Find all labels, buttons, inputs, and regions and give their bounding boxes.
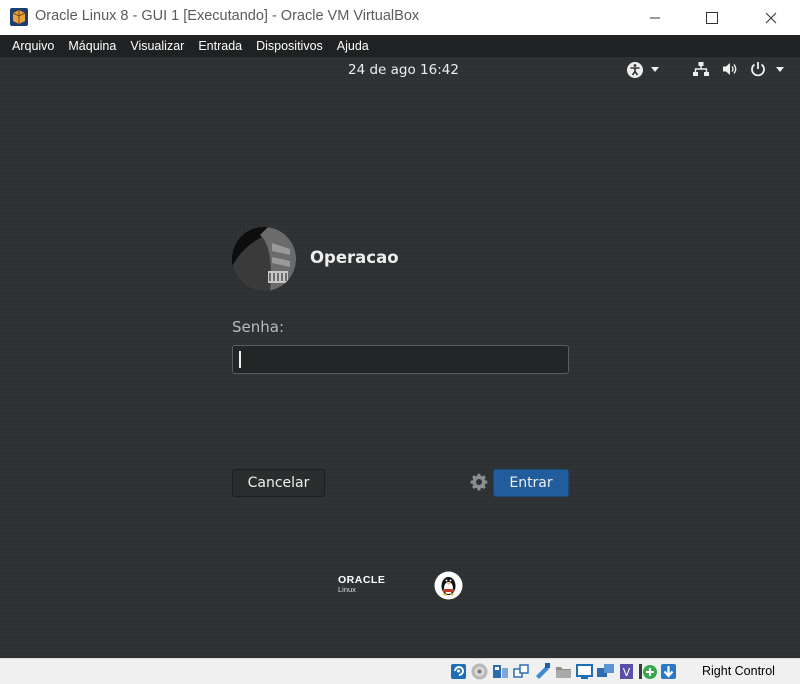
- minimize-button[interactable]: [632, 0, 678, 35]
- window-title-bar[interactable]: Oracle Linux 8 - GUI 1 [Executando] - Or…: [0, 0, 800, 35]
- status-bar: V Right Control: [0, 658, 800, 684]
- menu-arquivo[interactable]: Arquivo: [0, 39, 61, 53]
- password-label: Senha:: [232, 318, 285, 336]
- cancel-button[interactable]: Cancelar: [232, 469, 325, 497]
- keyboard-capture-icon[interactable]: [659, 662, 678, 681]
- menu-dispositivos[interactable]: Dispositivos: [249, 39, 330, 53]
- usb-icon[interactable]: [533, 662, 552, 681]
- mouse-integration-icon[interactable]: [638, 662, 657, 681]
- minimize-icon: [650, 17, 660, 18]
- host-key-label: Right Control: [702, 664, 775, 678]
- virtualization-icon[interactable]: V: [617, 662, 636, 681]
- gear-icon[interactable]: [470, 473, 488, 491]
- clock[interactable]: 24 de ago 16:42: [348, 62, 459, 78]
- network-icon[interactable]: [512, 662, 531, 681]
- svg-text:V: V: [623, 666, 631, 679]
- oracle-sub-text: Linux: [338, 585, 356, 594]
- avatar: [232, 227, 296, 291]
- gnome-top-bar: 24 de ago 16:42: [0, 57, 800, 83]
- maximize-icon: [706, 11, 718, 24]
- tux-icon: [434, 571, 463, 600]
- close-icon: [765, 12, 777, 23]
- menu-visualizar[interactable]: Visualizar: [123, 39, 191, 53]
- shared-folders-icon[interactable]: [554, 662, 573, 681]
- user-photo: [232, 227, 296, 291]
- window-title: Oracle Linux 8 - GUI 1 [Executando] - Or…: [35, 8, 420, 24]
- chevron-down-icon[interactable]: [650, 66, 660, 74]
- network-wired-icon[interactable]: [692, 60, 710, 78]
- maximize-button[interactable]: [689, 0, 735, 35]
- video-capture-icon[interactable]: [596, 662, 615, 681]
- enter-button[interactable]: Entrar: [493, 469, 569, 497]
- power-icon[interactable]: [749, 60, 767, 78]
- accessibility-icon[interactable]: [625, 60, 645, 80]
- menu-entrada[interactable]: Entrada: [191, 39, 249, 53]
- menu-ajuda[interactable]: Ajuda: [330, 39, 376, 53]
- menu-bar: Arquivo Máquina Visualizar Entrada Dispo…: [0, 35, 800, 57]
- close-button[interactable]: [748, 0, 794, 35]
- audio-icon[interactable]: [491, 662, 510, 681]
- hard-disk-icon[interactable]: [449, 662, 468, 681]
- display-icon[interactable]: [575, 662, 594, 681]
- password-input[interactable]: [232, 345, 569, 374]
- volume-icon[interactable]: [721, 60, 739, 78]
- chevron-down-icon[interactable]: [775, 66, 785, 74]
- optical-disk-icon[interactable]: [470, 662, 489, 681]
- menu-maquina[interactable]: Máquina: [61, 39, 123, 53]
- text-cursor: [239, 351, 241, 368]
- guest-screen[interactable]: 24 de ago 16:42 Operacao Senha: Cancelar…: [0, 57, 800, 658]
- oracle-linux-logo: ORACLE Linux: [338, 574, 385, 594]
- virtualbox-icon: [10, 8, 28, 26]
- username: Operacao: [310, 248, 399, 267]
